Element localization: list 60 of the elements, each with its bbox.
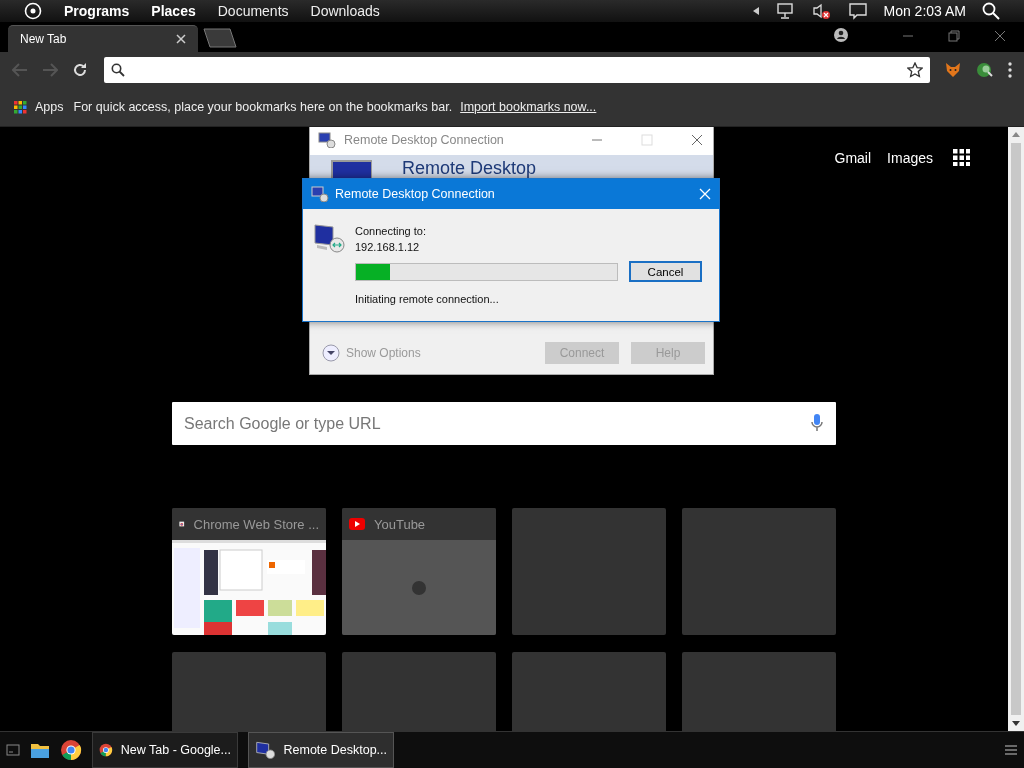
menu-circle-icon[interactable] bbox=[24, 2, 42, 20]
volume-muted-icon[interactable] bbox=[811, 2, 832, 20]
window-title: Remote Desktop Connection bbox=[344, 133, 504, 147]
banner-heading: Remote Desktop bbox=[402, 157, 537, 179]
close-icon[interactable] bbox=[691, 134, 703, 146]
close-icon[interactable] bbox=[994, 30, 1006, 42]
status-text: Initiating remote connection... bbox=[355, 292, 500, 307]
panel-menu[interactable]: Documents bbox=[217, 3, 289, 19]
clock[interactable]: Mon 2:03 AM bbox=[883, 3, 966, 19]
folder-icon[interactable] bbox=[30, 741, 50, 759]
remote-computer-icon bbox=[311, 186, 329, 202]
more-menu-icon[interactable] bbox=[1008, 62, 1012, 78]
header-link[interactable]: Images bbox=[887, 149, 933, 166]
remote-computer-icon bbox=[255, 739, 276, 761]
reload-icon[interactable] bbox=[72, 62, 88, 78]
profile-icon[interactable] bbox=[834, 28, 848, 42]
chrome-icon[interactable] bbox=[60, 739, 82, 761]
message-icon[interactable] bbox=[847, 2, 868, 20]
panel-menu[interactable]: Programs bbox=[64, 3, 130, 19]
connecting-label: Connecting to: bbox=[355, 224, 427, 239]
apps-grid-icon[interactable] bbox=[14, 100, 27, 114]
network-icon[interactable] bbox=[775, 2, 796, 20]
fox-icon[interactable] bbox=[944, 61, 962, 79]
host-address: 192.168.1.12 bbox=[355, 240, 421, 255]
taskbar-button[interactable]: New Tab - Google... bbox=[92, 732, 238, 768]
tile-title: Chrome Web Store ... bbox=[193, 516, 319, 532]
header-link[interactable]: Gmail bbox=[834, 149, 872, 166]
new-tab-button[interactable] bbox=[202, 28, 238, 48]
most-visited-tile[interactable]: Chrome Web Store ... bbox=[172, 508, 326, 635]
panel-menu[interactable]: Downloads bbox=[310, 3, 380, 19]
panel-menu[interactable]: Places bbox=[151, 3, 196, 19]
scrollbar[interactable] bbox=[1008, 127, 1024, 731]
search-icon[interactable] bbox=[982, 2, 1000, 20]
play-icon bbox=[349, 518, 365, 530]
bookmarks-hint: For quick access, place your bookmarks here on the bookmarks bar. bbox=[73, 100, 453, 114]
expand-chevron-icon[interactable] bbox=[322, 344, 340, 362]
loading-dot-icon bbox=[412, 580, 426, 595]
restore-icon[interactable] bbox=[948, 30, 960, 42]
taskbar-button[interactable]: Remote Desktop... bbox=[248, 732, 394, 768]
search-field[interactable]: Search Google or type URL bbox=[172, 402, 836, 445]
apps-grid-icon[interactable] bbox=[953, 149, 970, 166]
star-icon[interactable] bbox=[907, 62, 923, 78]
extension-icon[interactable] bbox=[976, 61, 994, 79]
microphone-icon[interactable] bbox=[810, 413, 824, 433]
maximize-icon bbox=[641, 134, 653, 146]
triangle-left-icon[interactable] bbox=[751, 6, 760, 16]
apps-link[interactable]: Apps bbox=[35, 100, 64, 114]
menu-icon[interactable] bbox=[1004, 744, 1018, 756]
remote-computer-icon bbox=[313, 221, 345, 253]
scroll-down-icon[interactable] bbox=[1012, 721, 1020, 727]
browser-tab[interactable]: New Tab bbox=[8, 25, 198, 52]
tile-title: YouTube bbox=[374, 516, 426, 532]
cancel-button[interactable]: Cancel bbox=[629, 261, 702, 282]
window-title: Remote Desktop Connection bbox=[335, 187, 495, 201]
most-visited-tile[interactable]: YouTube bbox=[342, 508, 496, 635]
search-icon bbox=[111, 63, 125, 77]
scroll-up-icon[interactable] bbox=[1012, 131, 1020, 137]
import-bookmarks-link[interactable]: Import bookmarks now... bbox=[460, 100, 597, 114]
desktop-icon[interactable] bbox=[6, 744, 20, 756]
remote-computer-icon bbox=[318, 132, 336, 148]
